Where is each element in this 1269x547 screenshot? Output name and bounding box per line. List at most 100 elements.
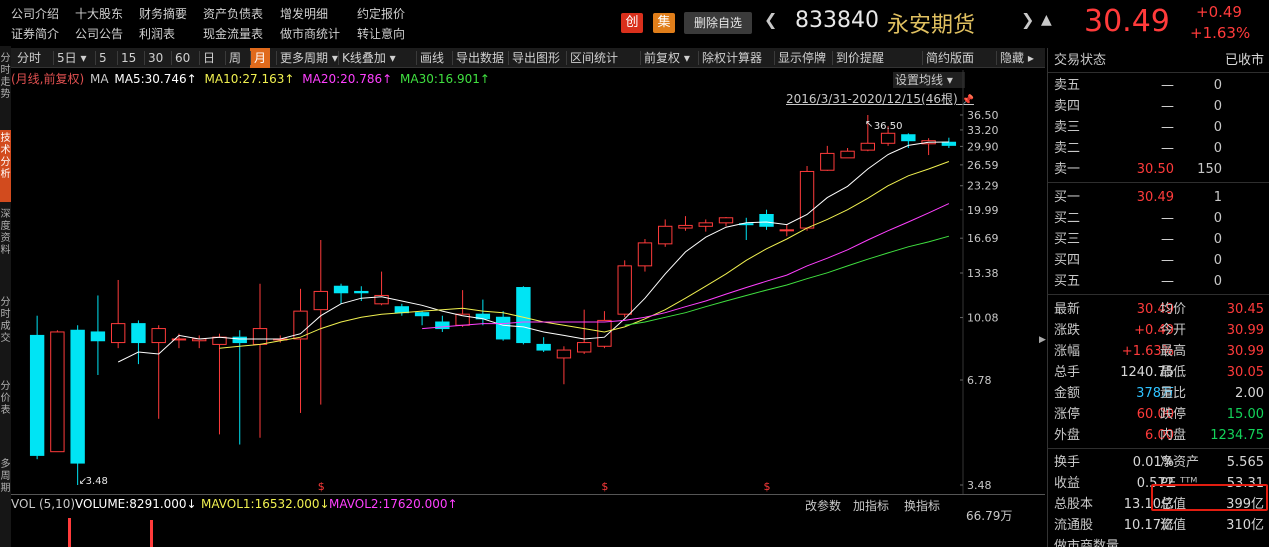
link-financial-summary[interactable]: 财务摘要 <box>139 5 187 22</box>
toolbar-item-14[interactable]: 区间统计 <box>570 48 618 68</box>
next-stock-icon[interactable]: ❯ <box>1021 10 1034 29</box>
link-market-maker-stats[interactable]: 做市商统计 <box>280 25 340 42</box>
left-tab-4[interactable]: 分价表 <box>0 378 11 440</box>
bid-price: — <box>1161 232 1174 247</box>
switch-indicator-button[interactable]: 换指标 <box>904 497 940 514</box>
ask-volume: 0 <box>1213 78 1222 93</box>
stat-label: 收益 <box>1054 476 1081 491</box>
left-tab-1[interactable]: 技术分析 <box>0 130 11 202</box>
candle <box>110 323 126 344</box>
toolbar-item-16[interactable]: 除权计算器 <box>702 48 762 68</box>
link-security-brief[interactable]: 证券简介 <box>11 25 59 42</box>
toolbar-separator <box>144 51 145 65</box>
toolbar-item-17[interactable]: 显示停牌 <box>778 48 826 68</box>
y-tick-label: 33.20 <box>967 124 999 137</box>
toolbar-item-7[interactable]: 周 <box>229 48 241 68</box>
link-top10-holders[interactable]: 十大股东 <box>75 5 123 22</box>
left-tab-3[interactable]: 分时成交 <box>0 294 11 366</box>
volume-axis-label: 66.79万 <box>966 509 1013 523</box>
toolbar-item-0[interactable]: 分时 <box>17 48 41 68</box>
toolbar-separator <box>566 51 567 65</box>
volume-value: VOLUME:8291.000↓ <box>75 497 197 511</box>
bid-volume: 1 <box>1213 190 1222 205</box>
left-tab-0[interactable]: 分时走势 <box>0 50 11 110</box>
add-indicator-button[interactable]: 加指标 <box>853 497 889 514</box>
divider <box>1048 448 1269 449</box>
link-company-notice[interactable]: 公司公告 <box>75 25 123 42</box>
left-tab-5[interactable]: 多周期 <box>0 456 11 526</box>
toolbar-separator <box>117 51 118 65</box>
candle <box>151 328 166 344</box>
link-balance-sheet[interactable]: 资产负债表 <box>203 5 263 22</box>
toolbar-item-19[interactable]: 简约版面 <box>926 48 974 68</box>
min-arrow-icon: ↙ <box>79 476 87 487</box>
y-tick-label: 26.59 <box>967 159 999 172</box>
stat-row: 做市商数量 <box>1048 536 1269 547</box>
bid-row: 买五 — 0 <box>1048 271 1269 292</box>
stat-label: 做市商数量 <box>1054 539 1120 547</box>
stat-label: 跌停 <box>1160 407 1187 422</box>
bid-row: 买一 30.49 1 <box>1048 187 1269 208</box>
link-agreed-quote[interactable]: 约定报价 <box>357 5 405 22</box>
toolbar-item-2[interactable]: 5 <box>99 48 107 68</box>
volume-indicator-bar: VOL (5,10) VOLUME:8291.000↓ MAVOL1:16532… <box>11 494 1045 523</box>
toolbar-item-3[interactable]: 15 <box>121 48 136 68</box>
bid-label: 买五 <box>1054 274 1081 289</box>
alert-bell-icon[interactable]: ▲ <box>1041 12 1052 28</box>
bid-price: — <box>1161 274 1174 289</box>
toolbar-separator <box>452 51 453 65</box>
price-change: +0.49 <box>1196 3 1242 21</box>
toolbar-item-4[interactable]: 30 <box>148 48 163 68</box>
bid-label: 买二 <box>1054 211 1081 226</box>
expand-panel-icon[interactable]: ▶ <box>1039 335 1046 345</box>
toolbar-item-6[interactable]: 日 <box>203 48 215 68</box>
chuang-badge[interactable]: 创 <box>621 13 643 33</box>
volume-bar <box>150 520 153 547</box>
stat-value: 310亿 <box>1226 518 1264 533</box>
stat-value: 30.99 <box>1226 323 1264 338</box>
divider <box>1048 182 1269 183</box>
stat-label: 流通股 <box>1054 518 1094 533</box>
toolbar-separator <box>171 51 172 65</box>
toolbar-item-18[interactable]: 到价提醒 <box>836 48 884 68</box>
candle <box>70 329 85 464</box>
candle <box>617 265 632 315</box>
link-issuance-detail[interactable]: 增发明细 <box>280 5 328 22</box>
toolbar-item-8[interactable]: 月 <box>250 48 271 68</box>
stat-label: 外盘 <box>1054 428 1081 443</box>
bid-price: 30.49 <box>1136 190 1174 205</box>
toolbar-separator <box>996 51 997 65</box>
toolbar-item-15[interactable]: 前复权 ▾ <box>644 48 690 68</box>
remove-watchlist-button[interactable]: 删除自选 <box>684 12 752 34</box>
ji-badge[interactable]: 集 <box>653 13 675 33</box>
stat-value: 30.99 <box>1226 344 1264 359</box>
edit-params-button[interactable]: 改参数 <box>805 497 841 514</box>
candle <box>354 290 369 294</box>
toolbar-item-9[interactable]: 更多周期 ▾ <box>280 48 338 68</box>
ask-volume: 0 <box>1213 120 1222 135</box>
toolbar-item-1[interactable]: 5日 ▾ <box>57 48 86 68</box>
toolbar-item-20[interactable]: 隐藏 ▸ <box>1000 48 1034 68</box>
bid-volume: 0 <box>1213 253 1222 268</box>
stat-value: 1234.75 <box>1210 428 1264 443</box>
toolbar-item-12[interactable]: 导出数据 <box>456 48 504 68</box>
link-company-intro[interactable]: 公司介绍 <box>11 5 59 22</box>
toolbar-item-5[interactable]: 60 <box>175 48 190 68</box>
link-cashflow-statement[interactable]: 现金流量表 <box>203 25 263 42</box>
prev-stock-icon[interactable]: ❮ <box>764 10 777 29</box>
candlestick-chart[interactable]: 36.50 33.20 29.90 26.59 23.29 19.99 16.69 13.38… <box>11 70 1045 494</box>
link-income-statement[interactable]: 利润表 <box>139 25 175 42</box>
candle <box>212 336 227 345</box>
y-tick-label: 19.99 <box>967 204 999 217</box>
candle <box>840 150 855 159</box>
link-transfer-intent[interactable]: 转让意向 <box>357 25 405 42</box>
stat-row: 最新 30.49 均价 30.45 <box>1048 299 1269 320</box>
toolbar-item-11[interactable]: 画线 <box>420 48 444 68</box>
toolbar-item-10[interactable]: K线叠加 ▾ <box>342 48 396 68</box>
toolbar-separator <box>832 51 833 65</box>
stat-row: 总手 1240.75 最低 30.05 <box>1048 362 1269 383</box>
bid-row: 买三 — 0 <box>1048 229 1269 250</box>
toolbar-item-13[interactable]: 导出图形 <box>512 48 560 68</box>
bid-price: — <box>1161 253 1174 268</box>
left-tab-2[interactable]: 深度资料 <box>0 206 11 280</box>
